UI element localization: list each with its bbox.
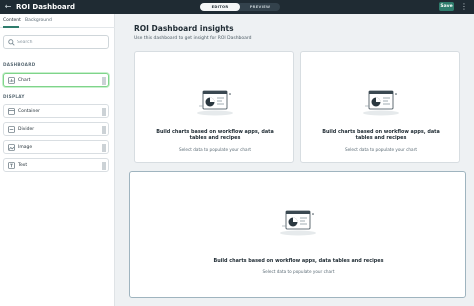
card-heading: Build charts based on workflow apps, dat… <box>322 129 440 141</box>
container-icon <box>8 108 15 115</box>
chart-card[interactable]: Build charts based on workflow apps, dat… <box>300 51 460 163</box>
page-subtitle: Use this dashboard to get insight for RO… <box>134 36 252 41</box>
section-label-dashboard: DASHBOARD <box>3 62 36 67</box>
drag-handle-icon[interactable] <box>102 126 106 134</box>
chart-card[interactable]: Build charts based on workflow apps, dat… <box>134 51 294 163</box>
mode-toggle: EDITOR PREVIEW <box>200 3 280 11</box>
component-label: Image <box>18 145 33 150</box>
component-item-image[interactable]: Image <box>3 140 109 154</box>
chart-placeholder-illustration <box>197 90 233 116</box>
card-note: Select data to populate your chart <box>345 147 417 152</box>
card-heading: Build charts based on workflow apps, dat… <box>156 129 274 141</box>
dashboard-canvas: ROI Dashboard insights Use this dashboar… <box>116 14 474 306</box>
sidebar-tabs: Content Background <box>0 14 115 28</box>
components-sidebar: Content Background DASHBOARD Chart DISPL… <box>0 14 115 306</box>
back-arrow-icon[interactable]: ← <box>3 2 13 12</box>
active-tab-indicator <box>3 26 19 28</box>
component-label: Text <box>18 163 28 168</box>
component-label: Container <box>18 109 40 114</box>
divider-icon <box>8 126 15 133</box>
tab-background[interactable]: Background <box>25 17 52 25</box>
top-bar: ← ROI Dashboard EDITOR PREVIEW Save ⋮ <box>0 0 474 14</box>
text-icon <box>8 162 15 169</box>
card-note: Select data to populate your chart <box>179 147 251 152</box>
card-note: Select data to populate your chart <box>262 269 335 274</box>
drag-handle-icon[interactable] <box>102 162 106 170</box>
search-box <box>3 35 109 49</box>
page-title: ROI Dashboard insights <box>134 24 234 33</box>
component-item-text[interactable]: Text <box>3 158 109 172</box>
card-heading: Build charts based on workflow apps, dat… <box>213 258 384 264</box>
chart-placeholder-illustration <box>363 90 399 116</box>
component-item-chart[interactable]: Chart <box>3 73 109 87</box>
mode-preview-button[interactable]: PREVIEW <box>240 3 280 11</box>
mode-editor-button[interactable]: EDITOR <box>200 3 240 11</box>
app-title: ROI Dashboard <box>16 3 76 11</box>
chart-card-selected[interactable]: Build charts based on workflow apps, dat… <box>129 171 466 298</box>
drag-handle-icon[interactable] <box>102 108 106 116</box>
image-icon <box>8 144 15 151</box>
component-item-container[interactable]: Container <box>3 104 109 118</box>
drag-handle-icon[interactable] <box>102 144 106 152</box>
drag-handle-icon[interactable] <box>102 77 106 85</box>
more-options-icon[interactable]: ⋮ <box>458 2 470 12</box>
component-label: Divider <box>18 127 35 132</box>
search-input[interactable] <box>17 38 105 47</box>
save-button[interactable]: Save <box>439 2 454 11</box>
chart-icon <box>8 77 15 84</box>
component-item-divider[interactable]: Divider <box>3 122 109 136</box>
search-icon <box>8 39 15 46</box>
component-label: Chart <box>18 78 31 83</box>
section-label-display: DISPLAY <box>3 94 25 99</box>
tab-content[interactable]: Content <box>3 17 21 25</box>
chart-placeholder-illustration <box>280 210 316 236</box>
